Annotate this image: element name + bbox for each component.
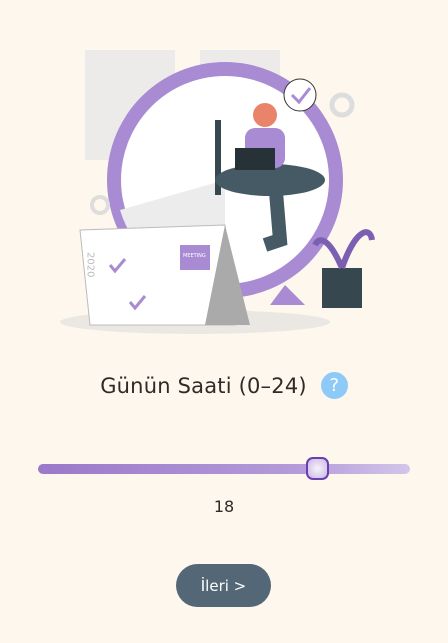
question-header: Günün Saati (0–24) ? bbox=[0, 372, 448, 399]
slider-value: 18 bbox=[213, 497, 235, 516]
calendar-label: MEETING bbox=[183, 253, 206, 259]
help-icon[interactable]: ? bbox=[320, 372, 348, 399]
next-button[interactable]: İleri > bbox=[176, 564, 271, 607]
hour-slider[interactable] bbox=[38, 457, 410, 480]
slider-thumb[interactable] bbox=[306, 457, 329, 480]
question-title: Günün Saati (0–24) bbox=[100, 373, 307, 398]
calendar-year: 2020 bbox=[85, 252, 96, 277]
time-illustration: MEETING 2020 bbox=[60, 50, 375, 334]
